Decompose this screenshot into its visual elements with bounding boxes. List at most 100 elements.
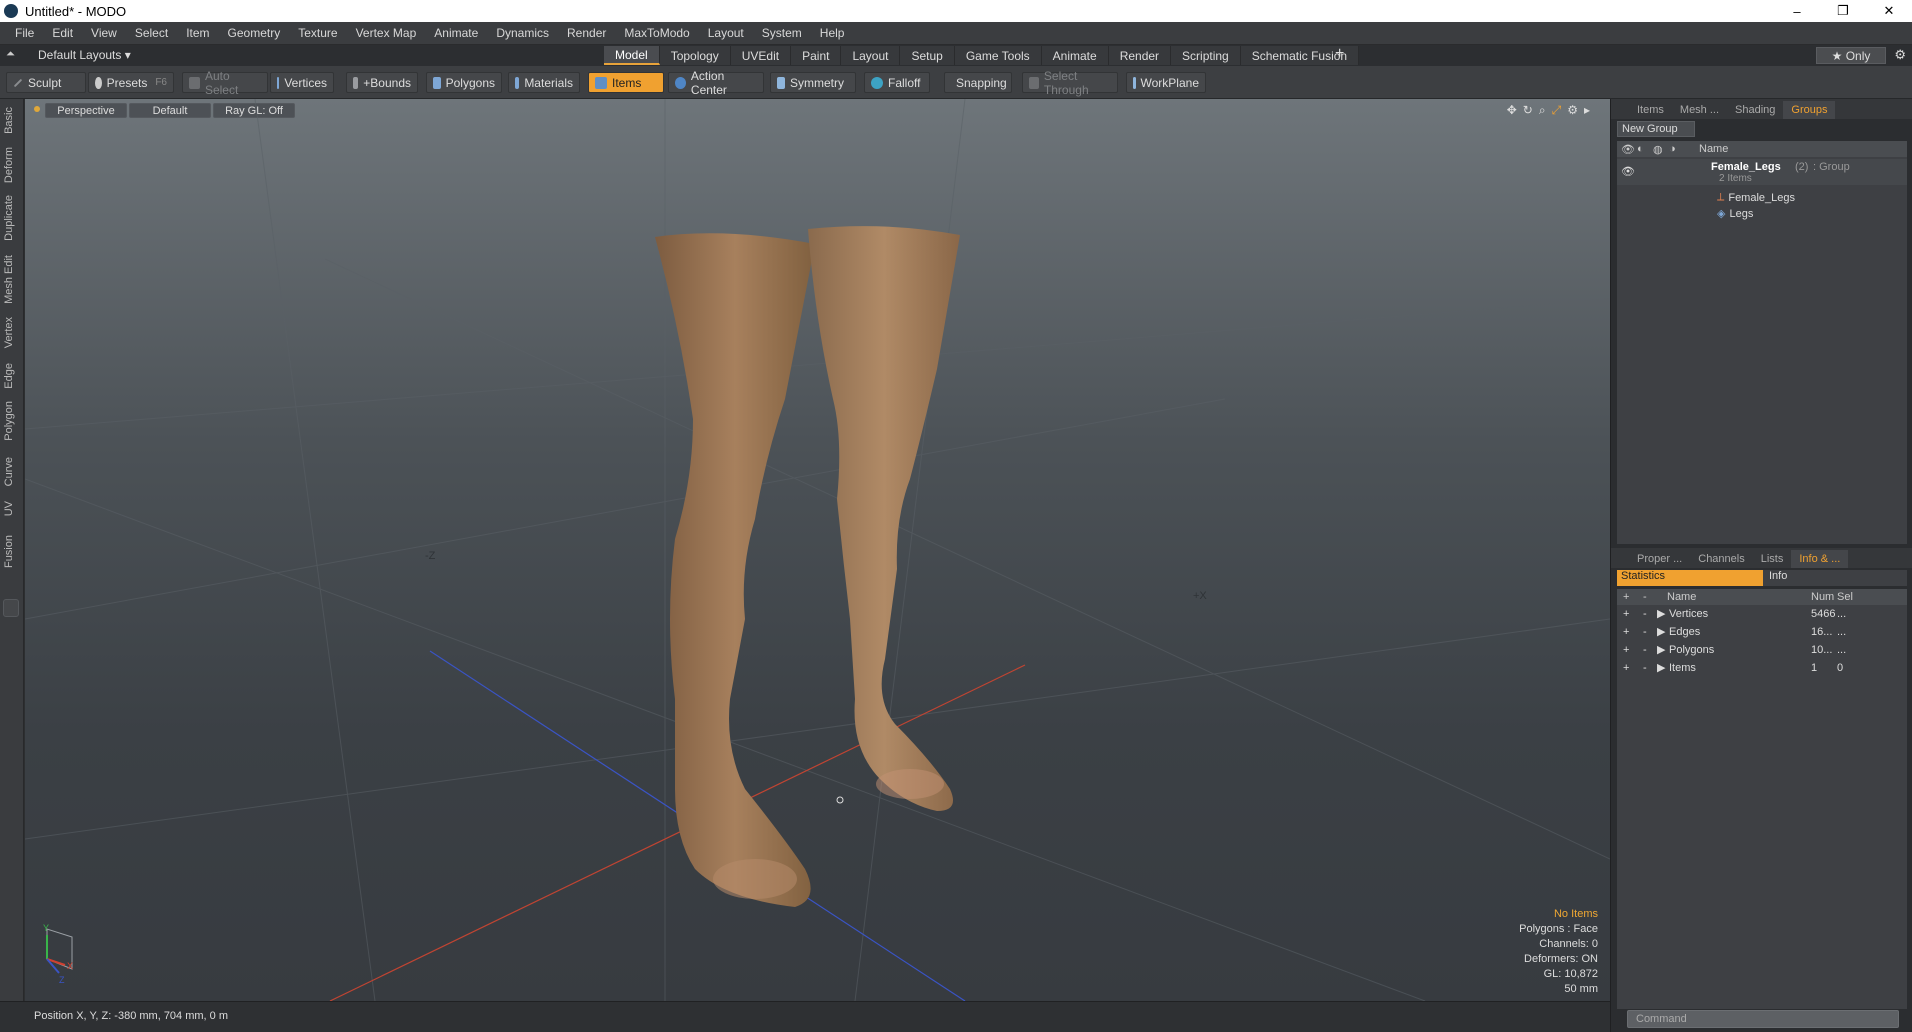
presets-button[interactable]: Presets F6 [88,72,174,93]
left-leg-model[interactable] [655,233,815,908]
menu-view[interactable]: View [82,26,126,40]
auto-select-icon [189,76,200,89]
group-child-locator[interactable]: ⟂ Female_Legs [1717,189,1795,206]
tab-setup[interactable]: Setup [900,46,955,65]
tab-model[interactable]: Model [604,46,660,65]
left-tab-uv[interactable]: UV [3,501,15,516]
layout-bar: ⏶ Default Layouts ▾ Model Topology UVEdi… [0,45,1912,66]
symmetry-button[interactable]: Symmetry [770,72,856,93]
minimize-button[interactable]: – [1774,0,1820,22]
menu-render[interactable]: Render [558,26,615,40]
menu-file[interactable]: File [6,26,43,40]
command-input[interactable]: Command [1627,1010,1899,1028]
axis-label-minus-z: -Z [425,550,436,562]
menu-layout[interactable]: Layout [699,26,753,40]
expand-all-icon[interactable]: + [1623,591,1629,603]
menu-animate[interactable]: Animate [425,26,487,40]
stat-row-vertices[interactable]: + - ▶ Vertices 5466 ... [1617,605,1907,622]
left-tab-mesh-edit[interactable]: Mesh Edit [3,255,15,304]
left-tab-curve[interactable]: Curve [3,457,15,486]
tab-render[interactable]: Render [1108,46,1172,65]
menu-item[interactable]: Item [177,26,218,40]
materials-button[interactable]: Materials [508,72,580,93]
snapping-button[interactable]: Snapping [944,72,1012,93]
tab-shading[interactable]: Shading [1727,101,1783,119]
render-icon[interactable]: ◍ [1653,143,1669,156]
menu-maxtomodo[interactable]: MaxToModo [615,26,698,40]
symmetry-icon [777,76,785,89]
row-visibility-icon[interactable]: 👁 [1621,165,1635,178]
stat-row-polygons[interactable]: + - ▶ Polygons 10... ... [1617,641,1907,658]
menu-help[interactable]: Help [811,26,854,40]
groups-panel-tabs: Items Mesh ... Shading Groups [1611,99,1912,119]
workplane-button[interactable]: WorkPlane [1126,72,1206,93]
locator-icon: ⟂ [1717,191,1725,203]
tab-mesh[interactable]: Mesh ... [1672,101,1727,119]
layout-menu-icon[interactable]: ⏶ [6,48,15,61]
auto-select-button[interactable]: Auto Select [182,69,268,97]
tab-groups[interactable]: Groups [1783,101,1836,119]
menu-system[interactable]: System [753,26,811,40]
lens-label: 50 mm [1564,983,1598,995]
polygons-button[interactable]: Polygons [426,72,502,93]
stat-row-items[interactable]: + - ▶ Items 1 0 [1617,659,1907,676]
left-tab-expand-button[interactable] [3,599,19,617]
menu-select[interactable]: Select [126,26,177,40]
close-button[interactable]: ✕ [1866,0,1912,22]
action-center-button[interactable]: Action Center [668,69,764,97]
group-row[interactable]: 👁 Female_Legs (2) : Group 2 Items [1617,159,1907,185]
left-tab-deform[interactable]: Deform [3,147,15,183]
new-group-button[interactable]: New Group [1617,121,1695,137]
tab-topology[interactable]: Topology [659,46,731,65]
stat-row-edges[interactable]: + - ▶ Edges 16... ... [1617,623,1907,640]
no-items-label: No Items [1553,908,1598,920]
only-toggle[interactable]: ★ Only [1816,47,1886,64]
lock-icon[interactable]: ◐ [1637,143,1653,155]
tab-properties[interactable]: Proper ... [1629,550,1690,568]
origin-marker-icon [836,796,844,804]
3d-viewport[interactable]: Perspective Default Ray GL: Off ✥ ↻ ⌕ ⤢ … [25,99,1610,1001]
tab-items[interactable]: Items [1629,101,1672,119]
default-layouts-dropdown[interactable]: Default Layouts ▾ [38,48,131,62]
tab-layout[interactable]: Layout [841,46,901,65]
menu-edit[interactable]: Edit [43,26,82,40]
left-tab-vertex[interactable]: Vertex [3,317,15,348]
vertices-icon [277,76,280,89]
left-tab-edge[interactable]: Edge [3,363,15,389]
info-tab[interactable]: Info [1763,570,1907,586]
group-items-count: 2 Items [1719,173,1752,184]
menu-geometry[interactable]: Geometry [219,26,290,40]
falloff-button[interactable]: Falloff [864,72,930,93]
group-child-mesh[interactable]: ◈ Legs [1717,205,1753,222]
tab-channels[interactable]: Channels [1690,550,1752,568]
tab-paint[interactable]: Paint [791,46,842,65]
items-button[interactable]: Items [588,72,664,93]
tab-lists[interactable]: Lists [1753,550,1792,568]
falloff-icon [871,76,883,89]
left-tab-fusion[interactable]: Fusion [3,535,15,568]
left-tab-basic[interactable]: Basic [3,107,15,134]
vertices-button[interactable]: Vertices [270,72,334,93]
add-tab-button[interactable]: + [1335,45,1344,63]
menu-texture[interactable]: Texture [289,26,346,40]
sculpt-button[interactable]: Sculpt [6,72,86,93]
tab-info[interactable]: Info & ... [1791,550,1849,568]
tab-scripting[interactable]: Scripting [1171,46,1241,65]
menu-vertex-map[interactable]: Vertex Map [347,26,426,40]
visibility-icon[interactable]: 👁 [1621,143,1637,156]
tab-animate[interactable]: Animate [1041,46,1109,65]
bounds-button[interactable]: +Bounds [346,72,418,93]
group-count: (2) [1795,161,1809,173]
left-tab-duplicate[interactable]: Duplicate [3,195,15,241]
select-through-button[interactable]: Select Through [1022,69,1118,97]
tab-uvedit[interactable]: UVEdit [730,46,792,65]
collapse-all-icon[interactable]: - [1643,591,1647,603]
statistics-tab[interactable]: Statistics [1617,570,1763,586]
select-icon[interactable]: ◑ [1669,143,1685,155]
gear-icon[interactable]: ⚙ [1894,47,1906,63]
menu-dynamics[interactable]: Dynamics [487,26,558,40]
right-leg-model[interactable] [808,226,960,811]
tab-game-tools[interactable]: Game Tools [954,46,1042,65]
left-tab-polygon[interactable]: Polygon [3,401,15,441]
maximize-button[interactable]: ❐ [1820,0,1866,22]
